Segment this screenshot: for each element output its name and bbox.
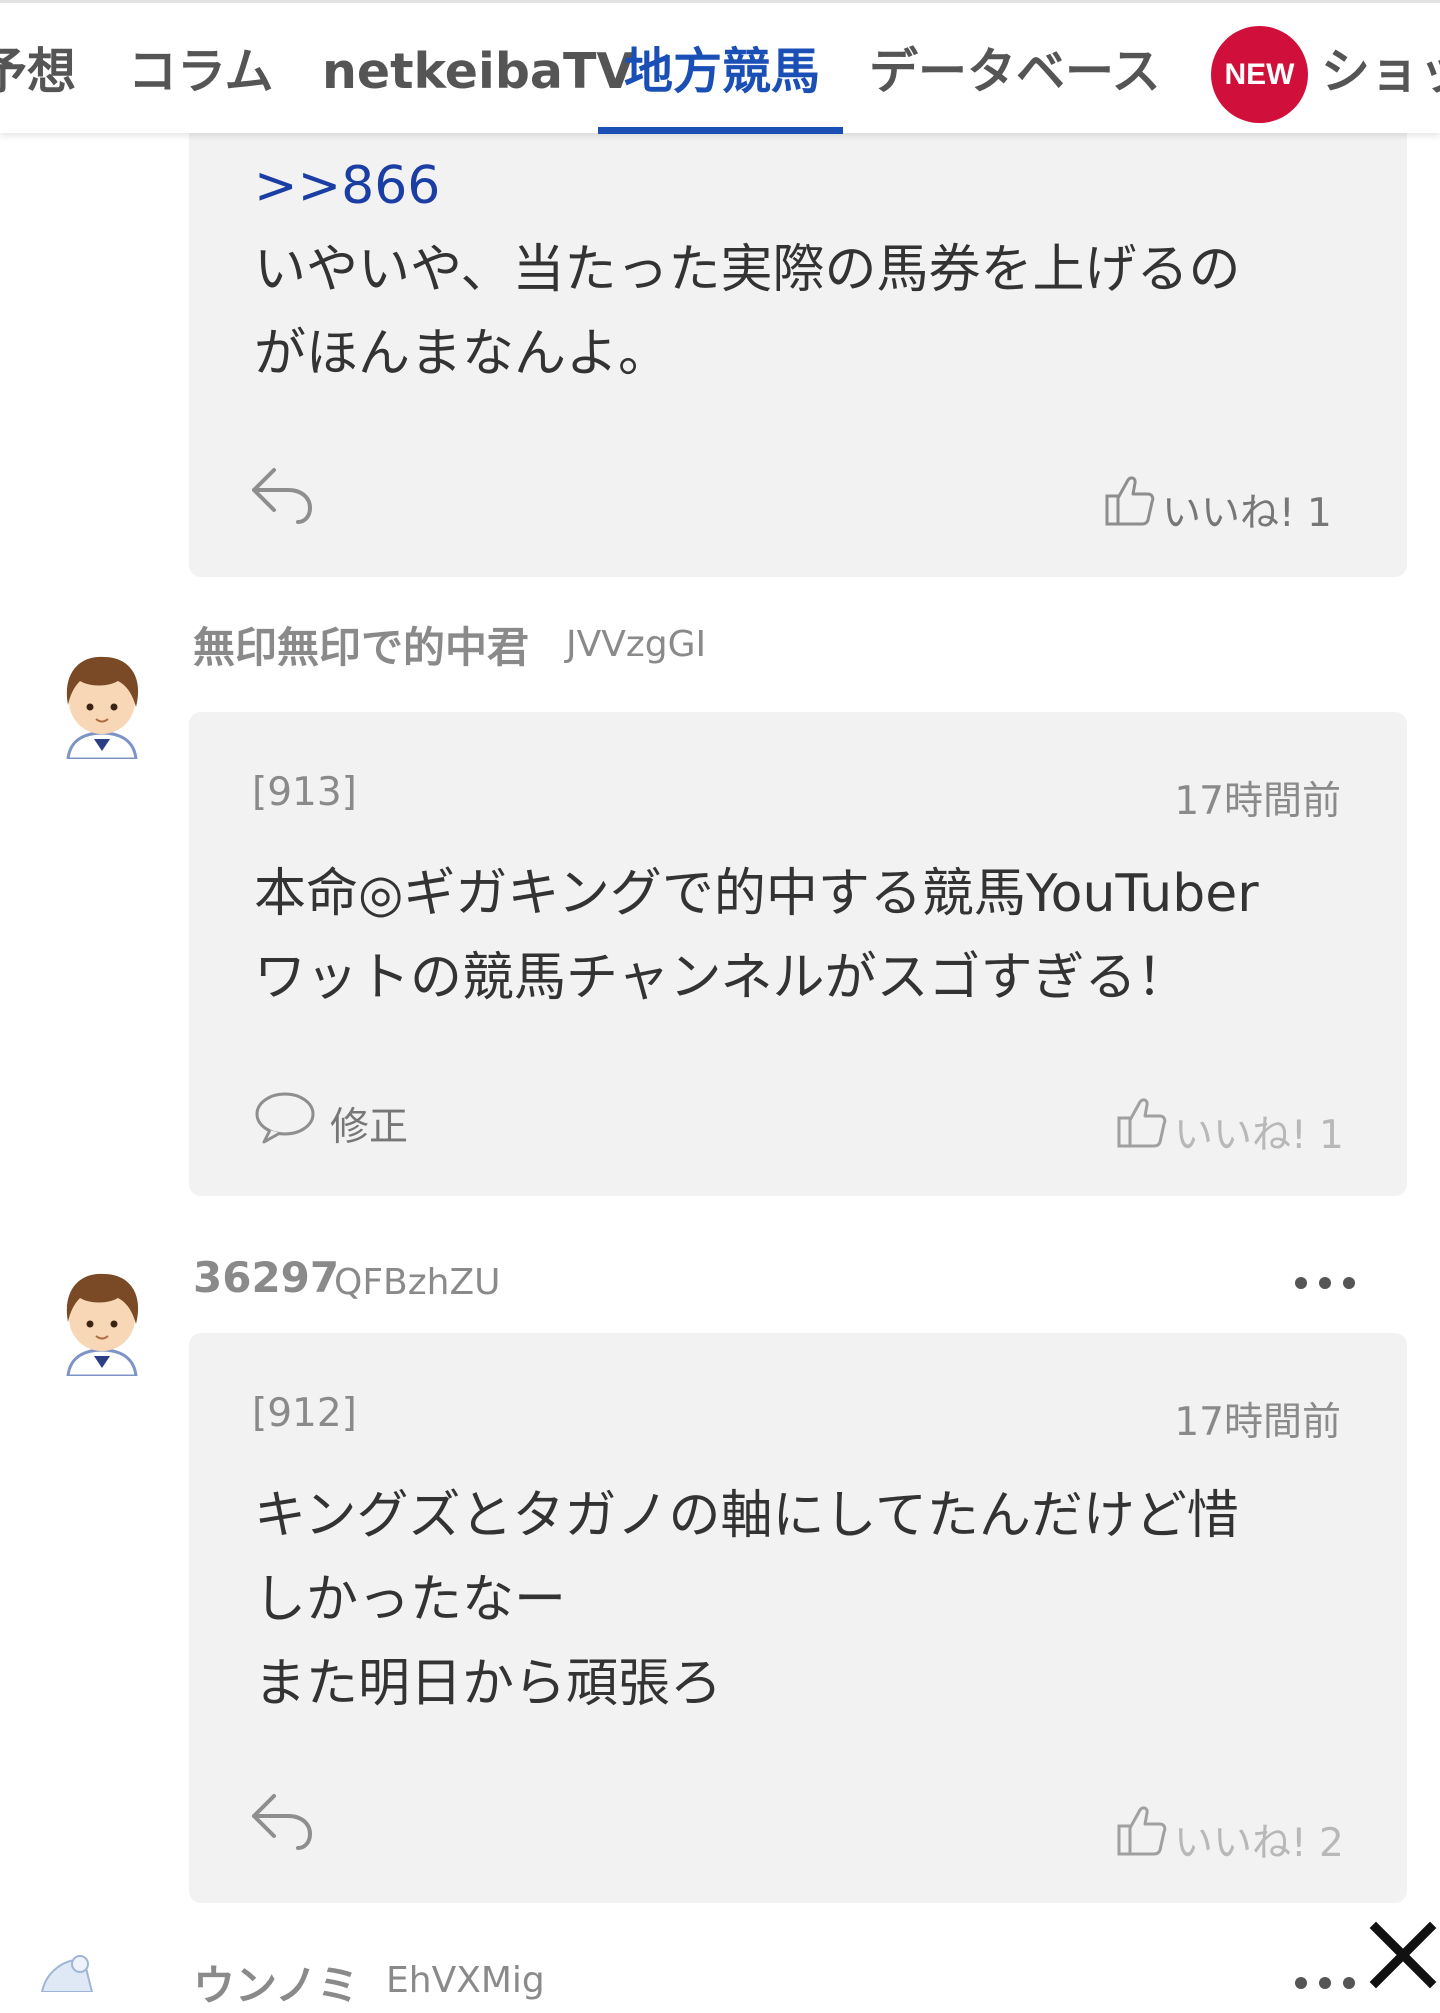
post-number: [912] [252,1391,357,1436]
close-icon[interactable] [1366,1918,1440,1992]
post-body-line: いやいや、当たった実際の馬券を上げるの [254,240,1241,300]
author-name[interactable]: 無印無印で的中君 [193,614,529,675]
author-name[interactable]: 36297 [193,1253,339,1302]
post-body-line: しかったなー [254,1570,567,1630]
post-body-line: また明日から頑張ろ [254,1654,723,1714]
thumbs-up-icon[interactable] [1104,474,1156,528]
author-id: QFBzhZU [334,1262,501,1303]
post-timestamp: 17時間前 [1174,1400,1341,1445]
thumbs-up-icon[interactable] [1116,1804,1168,1858]
active-tab-indicator [598,127,843,134]
like-count[interactable]: いいね! 1 [1162,482,1332,538]
like-count[interactable]: いいね! 2 [1174,1812,1344,1868]
comment-icon[interactable] [254,1090,316,1144]
avatar [40,1955,94,1992]
reply-icon[interactable] [250,1790,316,1852]
tab-yosou[interactable]: 予想 [0,3,76,133]
like-count[interactable]: いいね! 1 [1174,1104,1344,1160]
author-name[interactable]: ウンノミ [193,1952,359,2013]
more-options-icon[interactable] [1292,1270,1358,1296]
tab-shop[interactable]: ショッ [1321,3,1440,133]
quote-link[interactable]: >>866 [254,156,440,216]
avatar [66,656,139,759]
tab-netkeiba-tv[interactable]: netkeibaTV [322,3,634,133]
tab-database[interactable]: データベース [869,3,1161,133]
author-id: JVVzgGI [566,624,707,665]
post-body-line: がほんまなんよ。 [254,324,671,384]
post-timestamp: 17時間前 [1174,779,1341,824]
avatar [66,1273,139,1376]
author-id: EhVXMig [386,1960,545,2001]
new-badge: NEW [1211,26,1308,123]
post-body-line: 本命◎ギガキングで的中する競馬YouTuber [254,864,1259,924]
post-body-line: キングズとタガノの軸にしてたんだけど惜 [254,1486,1239,1546]
top-navigation: 予想 コラム netkeibaTV 地方競馬 データベース NEW ショッ [0,0,1440,134]
thumbs-up-icon[interactable] [1116,1096,1168,1150]
more-options-icon[interactable] [1292,1970,1358,1992]
tab-chihou-keiba[interactable]: 地方競馬 [624,3,820,133]
edit-button[interactable]: 修正 [330,1096,408,1152]
tab-column[interactable]: コラム [128,3,274,133]
post-body-line: ワットの競馬チャンネルがスゴすぎる！ [254,948,1189,1008]
post-number: [913] [252,770,357,815]
reply-icon[interactable] [250,464,316,526]
